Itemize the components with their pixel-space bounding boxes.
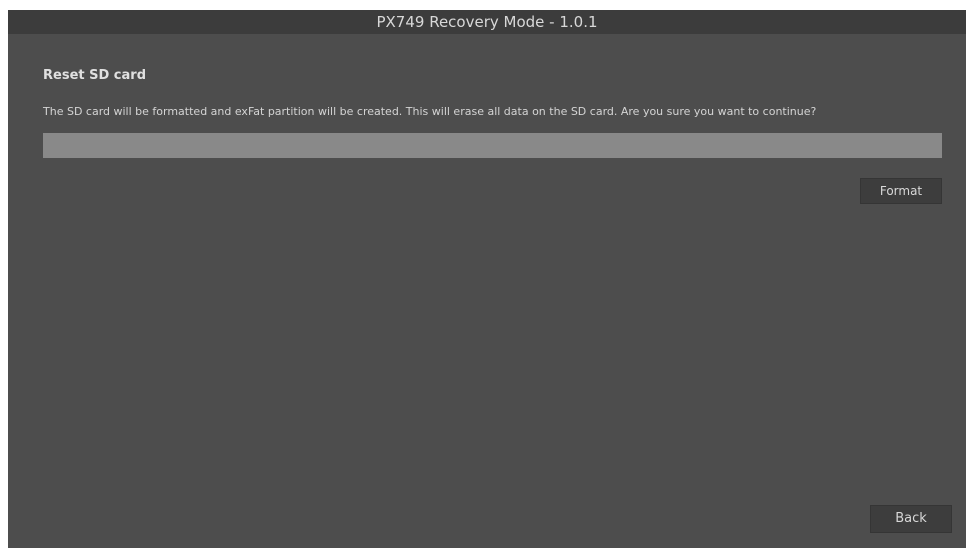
format-button[interactable]: Format <box>860 178 942 204</box>
window-title: PX749 Recovery Mode - 1.0.1 <box>8 10 966 34</box>
page-title: Reset SD card <box>43 68 146 83</box>
format-progress-bar <box>43 133 942 158</box>
recovery-window: PX749 Recovery Mode - 1.0.1 Reset SD car… <box>8 10 966 548</box>
back-button[interactable]: Back <box>870 505 952 533</box>
format-warning-message: The SD card will be formatted and exFat … <box>43 105 817 118</box>
